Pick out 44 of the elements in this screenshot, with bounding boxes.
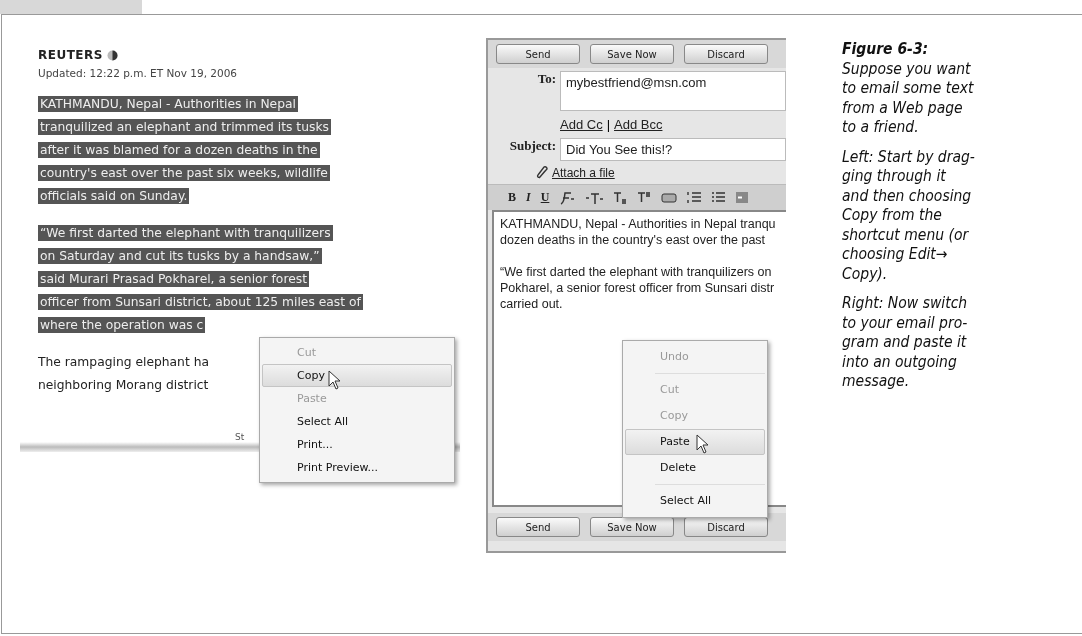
bullet-list-icon[interactable] <box>711 191 726 204</box>
superscript-icon[interactable] <box>637 190 652 205</box>
toolbar-button[interactable]: Save Now <box>590 517 674 537</box>
mouse-pointer-icon <box>696 434 709 454</box>
subject-field[interactable]: Did You See this!? <box>560 138 786 161</box>
link-separator: | <box>606 117 611 132</box>
toolbar-button[interactable]: Discard <box>684 517 768 537</box>
subscript-icon[interactable] <box>613 190 628 205</box>
updated-timestamp: Updated: 12:22 p.m. ET Nov 19, 2006 <box>38 67 239 79</box>
font-size-icon[interactable] <box>585 190 604 205</box>
article-footer-text: St <box>235 432 245 442</box>
paperclip-icon <box>536 166 550 180</box>
add-bcc-link[interactable]: Add Bcc <box>614 117 663 132</box>
field-label: Subject: <box>508 138 556 154</box>
caption-paragraph: Left: Start by drag- ging through it and then choosing Copy from the shortcut menu (or choosing Edit→ Copy). <box>842 147 976 284</box>
reuters-logo: REUTERS <box>38 48 103 62</box>
menu-item[interactable]: Paste <box>625 429 765 455</box>
selected-article-paragraph: KATHMANDU, Nepal - Authorities in Nepal tranquilized an elephant and trimmed its tusks after it was blamed for a dozen deaths in the country's east over the past six weeks, wildlife officials said on Sunday. <box>38 95 331 206</box>
field-label: To: <box>536 71 556 87</box>
font-icon[interactable] <box>559 190 576 205</box>
link-icon[interactable] <box>661 192 678 203</box>
menu-item[interactable]: Print Preview... <box>262 456 452 479</box>
format-button[interactable]: I <box>526 190 531 205</box>
caption-paragraph: Right: Now switch to your email pro- gram and paste it into an outgoing message. <box>842 294 969 392</box>
numbered-list-icon[interactable] <box>687 191 702 204</box>
menu-item[interactable]: Delete <box>625 455 765 481</box>
caption-paragraph: Suppose you want to email some text from a Web page to a friend. <box>842 59 975 138</box>
format-button[interactable]: B <box>508 190 516 205</box>
menu-item[interactable]: Print... <box>262 433 452 456</box>
to-field[interactable]: mybestfriend@msn.com <box>560 71 786 111</box>
toolbar-button[interactable]: Discard <box>684 44 768 64</box>
toolbar-button[interactable]: Send <box>496 44 580 64</box>
menu-item[interactable]: Copy <box>262 364 452 387</box>
indent-icon[interactable] <box>735 191 750 204</box>
article-paragraph: The rampaging elephant ha neighboring Morang district <box>38 354 209 394</box>
format-button[interactable]: U <box>540 190 550 205</box>
mouse-pointer-icon <box>328 370 341 390</box>
attach-file-link[interactable]: Attach a file <box>552 166 615 180</box>
figure-title: Figure 6-3: <box>842 40 930 60</box>
toolbar-button[interactable]: Save Now <box>590 44 674 64</box>
menu-item[interactable]: Select All <box>262 410 452 433</box>
selected-article-paragraph: “We first darted the elephant with tranquilizers on Saturday and cut its tusks by a handsaw,” said Murari Prasad Pokharel, a senior forest officer from Sunsari district, about 125 miles east of where the operation was c <box>38 224 363 335</box>
add-cc-link[interactable]: Add Cc <box>560 117 603 132</box>
toolbar-button[interactable]: Send <box>496 517 580 537</box>
